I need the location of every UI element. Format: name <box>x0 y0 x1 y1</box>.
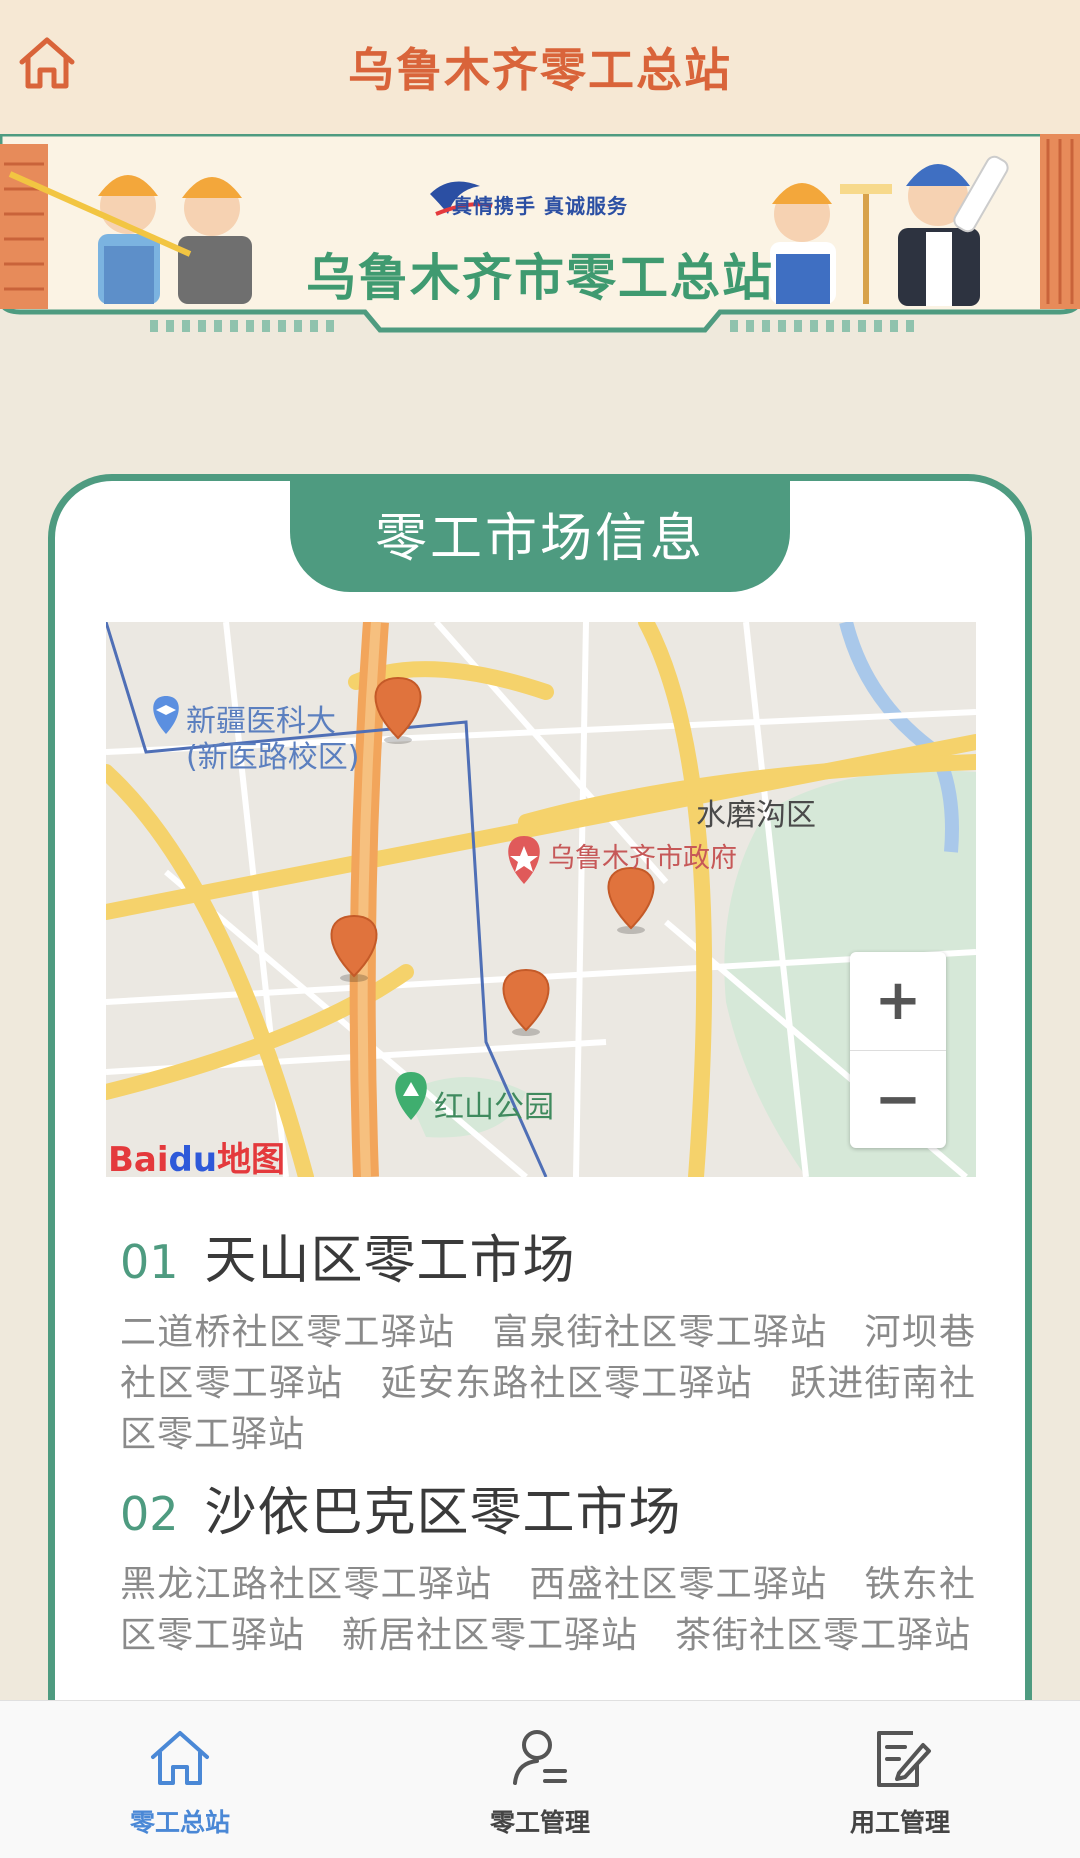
banner-slogan: 真情携手 真诚服务 <box>452 194 628 218</box>
baidu-logo-map: 地图 <box>217 1140 286 1177</box>
home-icon <box>151 1731 209 1785</box>
bottom-tab-bar: 零工总站 零工管理 用工管理 <box>0 1700 1080 1858</box>
market-item[interactable]: 01 天山区零工市场 二道桥社区零工驿站 富泉街社区零工驿站 河坝巷社区零工驿站… <box>120 1218 976 1460</box>
zoom-control: + − <box>850 952 946 1148</box>
market-stations: 黑龙江路社区零工驿站 西盛社区零工驿站 铁东社区零工驿站 新居社区零工驿站 茶街… <box>120 1564 976 1656</box>
edit-document-icon <box>877 1731 931 1787</box>
map-label-university-sub: (新医路校区) <box>186 740 360 775</box>
home-button[interactable] <box>14 30 80 96</box>
tab-employer-management[interactable]: 用工管理 <box>720 1701 1080 1858</box>
market-item[interactable]: 02 沙依巴克区零工市场 黑龙江路社区零工驿站 西盛社区零工驿站 铁东社区零工驿… <box>120 1470 976 1661</box>
market-name: 天山区零工市场 <box>204 1231 576 1291</box>
baidu-logo-paw: du <box>168 1140 218 1177</box>
tab-label: 用工管理 <box>849 1808 950 1837</box>
section-title: 零工市场信息 <box>374 508 705 569</box>
home-icon <box>19 37 75 89</box>
map-view[interactable]: 新疆医科大 (新医路校区) 水磨沟区 乌鲁木齐市政府 红山公园 + − Baid… <box>106 622 976 1177</box>
market-number: 01 <box>120 1235 179 1289</box>
map-label-park: 红山公园 <box>434 1090 554 1125</box>
hero-banner: 真情携手 真诚服务 乌鲁木齐市零工总站 <box>0 134 1080 400</box>
baidu-logo-text: Bai <box>108 1140 169 1177</box>
zoom-out-button[interactable]: − <box>850 1051 946 1149</box>
section-tab: 零工市场信息 <box>290 474 790 592</box>
tab-station[interactable]: 零工总站 <box>0 1701 360 1858</box>
market-number: 02 <box>120 1487 179 1541</box>
user-list-icon <box>513 1730 567 1785</box>
zoom-in-button[interactable]: + <box>850 952 946 1051</box>
top-header: 乌鲁木齐零工总站 <box>0 0 1080 134</box>
tab-worker-management[interactable]: 零工管理 <box>360 1701 720 1858</box>
market-name: 沙依巴克区零工市场 <box>204 1483 682 1543</box>
tab-label: 零工管理 <box>489 1808 590 1837</box>
baidu-map-logo: Baidu地图 <box>108 1132 285 1177</box>
map-label-government: 乌鲁木齐市政府 <box>548 843 737 874</box>
page-title: 乌鲁木齐零工总站 <box>348 43 732 97</box>
banner-title: 乌鲁木齐市零工总站 <box>306 249 774 307</box>
map-label-district: 水磨沟区 <box>696 798 816 833</box>
market-stations: 二道桥社区零工驿站 富泉街社区零工驿站 河坝巷社区零工驿站 延安东路社区零工驿站… <box>120 1312 976 1455</box>
tab-label: 零工总站 <box>129 1808 230 1837</box>
